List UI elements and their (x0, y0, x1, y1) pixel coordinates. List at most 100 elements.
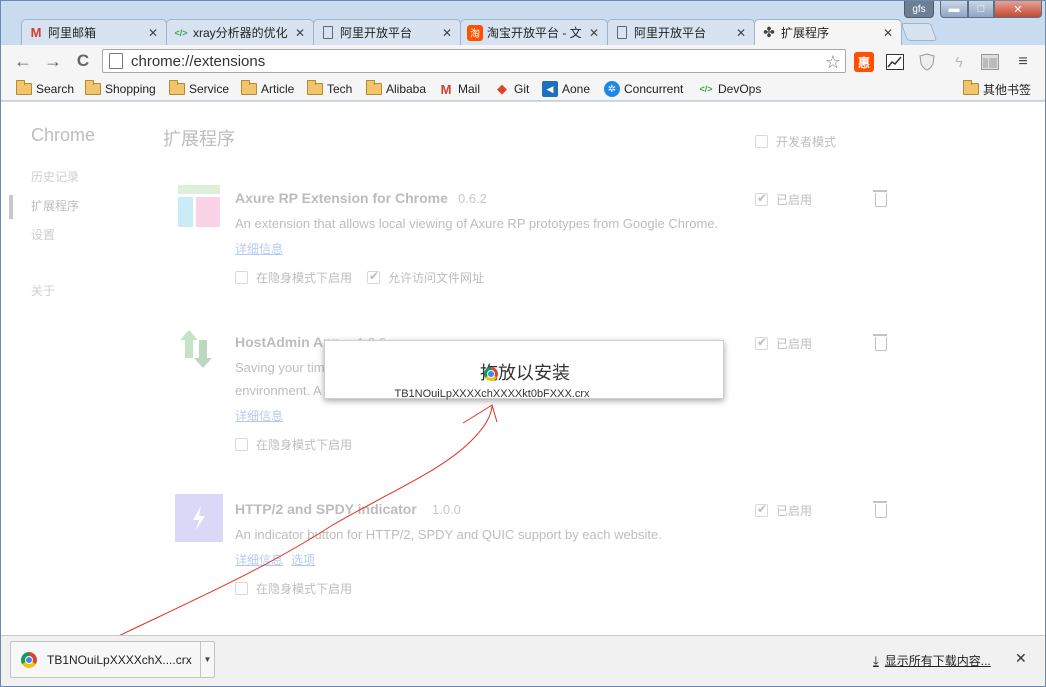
profile-button[interactable]: gfs (904, 1, 934, 18)
address-bar[interactable]: chrome://extensions ☆ (102, 49, 846, 73)
bookmark-service[interactable]: Service (169, 80, 230, 97)
tab-extensions[interactable]: ✤ 扩展程序 ✕ (754, 19, 902, 45)
bookmark-search[interactable]: Search (16, 80, 74, 97)
drop-title: 拖放以安装 (480, 363, 570, 383)
tab-title: xray分析器的优化 (193, 26, 288, 40)
tab-ali-open-1[interactable]: 阿里开放平台 ✕ (313, 19, 461, 45)
bookmark-other[interactable]: 其他书签 (963, 80, 1031, 97)
browser-window: M 阿里邮箱 ✕ </> xray分析器的优化 ✕ 阿里开放平台 ✕ 淘 淘宝开… (0, 0, 1046, 687)
folder-icon (16, 80, 32, 95)
trash-icon[interactable] (873, 334, 887, 351)
folder-icon (307, 80, 323, 95)
trash-icon[interactable] (873, 190, 887, 207)
folder-icon (963, 80, 979, 95)
tab-taobao-open[interactable]: 淘 淘宝开放平台 - 文 ✕ (460, 19, 608, 45)
enabled-checkbox[interactable] (755, 335, 768, 350)
details-link[interactable]: 详细信息 (235, 242, 283, 256)
tab-close-icon[interactable]: ✕ (295, 26, 307, 40)
tab-title: 阿里开放平台 (340, 26, 413, 40)
developer-mode-checkbox[interactable] (755, 135, 768, 148)
url-text[interactable]: chrome://extensions (131, 53, 265, 70)
tab-xray[interactable]: </> xray分析器的优化 ✕ (166, 19, 314, 45)
bookmark-aone[interactable]: ◀ Aone (542, 81, 590, 97)
sidebar-item-settings[interactable]: 设置 (31, 226, 55, 243)
bookmark-concurrent[interactable]: ✲ Concurrent (604, 81, 683, 97)
panel-icon[interactable] (980, 52, 1000, 72)
trash-icon[interactable] (873, 501, 887, 518)
bookmark-label: Shopping (105, 82, 156, 96)
page-icon (320, 25, 336, 41)
download-file-name[interactable]: TB1NOuiLpXXXXchX....crx (47, 653, 200, 667)
chart-icon[interactable] (885, 52, 905, 72)
sidebar-item-history[interactable]: 历史记录 (31, 168, 79, 185)
extension-version: 0.6.2 (458, 191, 487, 206)
incognito-option[interactable]: 在隐身模式下启用 (235, 436, 352, 453)
bookmark-mail[interactable]: M Mail (438, 81, 480, 97)
enabled-toggle[interactable]: 已启用 (755, 335, 812, 352)
menu-icon[interactable]: ≡ (1013, 52, 1033, 72)
extension-version: 1.0.0 (432, 502, 461, 517)
maximize-button[interactable]: □ (968, 1, 994, 18)
tab-close-icon[interactable]: ✕ (883, 26, 895, 40)
enabled-toggle[interactable]: 已启用 (755, 191, 812, 208)
tab-title: 扩展程序 (781, 26, 830, 40)
toolbar: ← → C chrome://extensions ☆ 惠 ϟ ≡ (1, 45, 1045, 77)
code-icon: </> (174, 27, 188, 38)
tab-close-icon[interactable]: ✕ (148, 26, 160, 40)
extension-links: 详细信息 (235, 407, 291, 424)
lightning-icon[interactable]: ϟ (949, 52, 969, 72)
tab-ali-open-2[interactable]: 阿里开放平台 ✕ (607, 19, 755, 45)
incognito-checkbox[interactable] (235, 271, 248, 284)
sidebar-item-about[interactable]: 关于 (31, 282, 55, 299)
bookmark-git[interactable]: ◆ Git (494, 81, 529, 97)
developer-mode-toggle[interactable]: 开发者模式 (755, 133, 836, 150)
tab-aliyun-mail[interactable]: M 阿里邮箱 ✕ (21, 19, 167, 45)
incognito-option[interactable]: 在隐身模式下启用 (235, 269, 352, 286)
aone-icon: ◀ (542, 81, 558, 97)
bookmark-star-icon[interactable]: ☆ (825, 52, 841, 73)
drop-to-install-dialog[interactable]: 拖放以安装 TB1NOuiLpXXXXchXXXXkt0bFXXX.crx (324, 340, 724, 400)
enabled-toggle[interactable]: 已启用 (755, 502, 812, 519)
shield-icon[interactable] (917, 52, 937, 72)
tab-close-icon[interactable]: ✕ (736, 26, 748, 40)
developer-mode-label: 开发者模式 (776, 135, 837, 149)
puzzle-icon: ✤ (763, 24, 775, 40)
bookmark-devops[interactable]: </> DevOps (698, 81, 761, 97)
bookmark-label: Concurrent (624, 82, 684, 96)
enabled-checkbox[interactable] (755, 191, 768, 206)
tab-close-icon[interactable]: ✕ (589, 26, 601, 40)
bookmark-article[interactable]: Article (241, 80, 294, 97)
incognito-checkbox[interactable] (235, 582, 248, 595)
new-tab-button[interactable] (900, 23, 938, 41)
bookmark-shopping[interactable]: Shopping (85, 80, 156, 97)
tab-close-icon[interactable]: ✕ (442, 26, 454, 40)
close-shelf-button[interactable]: ✕ (1015, 650, 1027, 667)
option-label: 允许访问文件网址 (388, 271, 485, 285)
details-link[interactable]: 详细信息 (235, 553, 283, 567)
file-access-checkbox[interactable] (367, 269, 380, 284)
reload-button[interactable]: C (73, 51, 93, 71)
minimize-button[interactable]: ▬ (940, 1, 968, 18)
incognito-option[interactable]: 在隐身模式下启用 (235, 580, 352, 597)
sidebar-item-extensions[interactable]: 扩展程序 (31, 197, 79, 214)
enabled-checkbox[interactable] (755, 502, 768, 517)
option-label: 在隐身模式下启用 (256, 438, 353, 452)
file-access-option[interactable]: 允许访问文件网址 (367, 269, 484, 286)
axure-logo-icon (175, 185, 223, 233)
details-link[interactable]: 详细信息 (235, 409, 283, 423)
close-window-button[interactable]: ✕ (994, 1, 1042, 18)
bookmark-alibaba[interactable]: Alibaba (366, 80, 426, 97)
bookmark-label: Git (514, 82, 530, 96)
back-button[interactable]: ← (13, 51, 33, 71)
bookmark-label: Service (189, 82, 230, 96)
incognito-checkbox[interactable] (235, 438, 248, 451)
download-item[interactable]: TB1NOuiLpXXXXchX....crx ▼ (10, 641, 215, 678)
taobao-helper-icon[interactable]: 惠 (854, 52, 874, 72)
tab-title: 淘宝开放平台 - 文 (487, 26, 582, 40)
bookmark-tech[interactable]: Tech (307, 80, 352, 97)
download-menu-button[interactable]: ▼ (200, 642, 214, 677)
show-all-downloads-link[interactable]: ⤓ 显示所有下载内容... (873, 652, 991, 669)
options-link[interactable]: 选项 (291, 553, 315, 567)
enabled-label: 已启用 (776, 504, 813, 518)
forward-button[interactable]: → (43, 51, 63, 71)
